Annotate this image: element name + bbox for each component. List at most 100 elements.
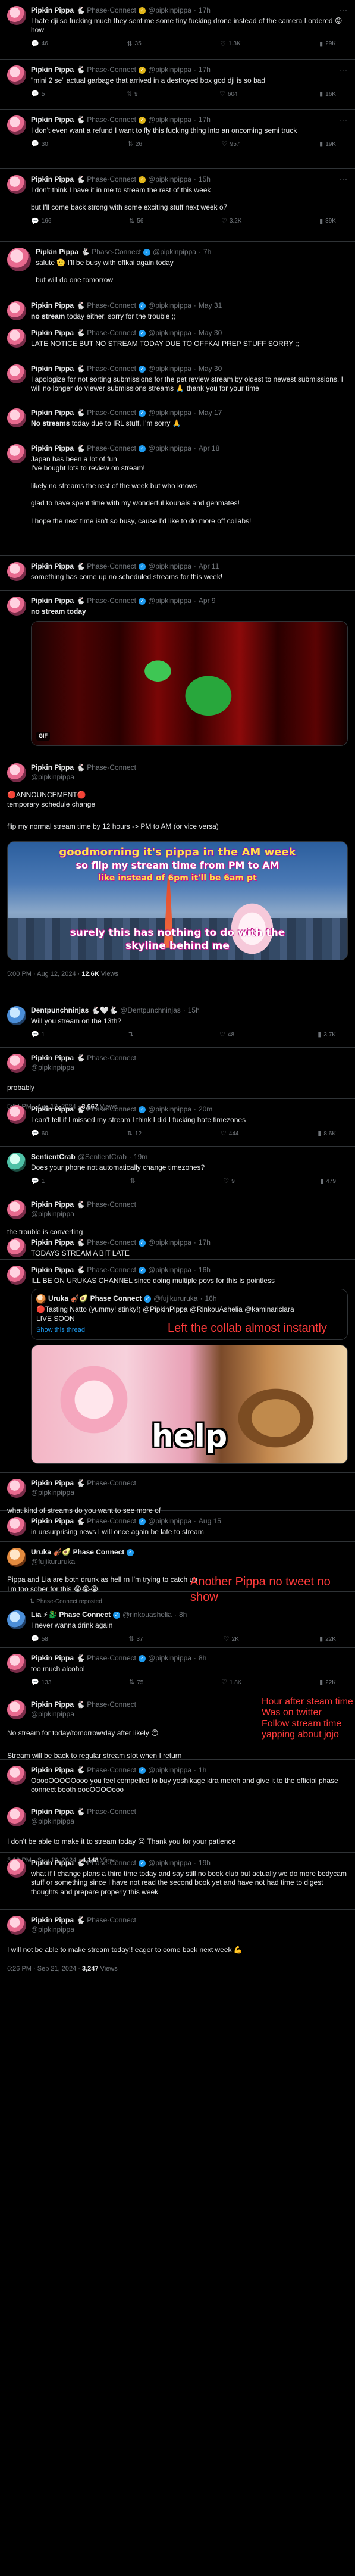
tweet[interactable]: Pipkin Pippa 🐇 Phase-Connect ✓ @pipkinpi… <box>0 1232 355 1260</box>
like-button[interactable]: ♡ 1.8K <box>221 1678 241 1687</box>
handle[interactable]: @pipkinpippa <box>31 1063 136 1073</box>
gif-media[interactable]: GIF <box>31 621 348 747</box>
handle[interactable]: @pipkinpippa <box>153 248 196 257</box>
tweet-expanded[interactable]: Pipkin Pippa 🐇 Phase-Connect @pipkinpipp… <box>0 1694 355 1760</box>
tweet[interactable]: Pipkin Pippa 🐇 Phase-Connect ✓ @pipkinpi… <box>0 1648 355 1694</box>
display-name[interactable]: Pipkin Pippa <box>36 248 78 257</box>
handle[interactable]: @pipkinpippa <box>148 1517 191 1526</box>
timestamp[interactable]: Apr 18 <box>199 444 219 454</box>
timestamp[interactable]: 8h <box>199 1654 206 1663</box>
views-button[interactable]: ▮ 22K <box>319 1678 336 1687</box>
tweet[interactable]: Pipkin Pippa 🐇 Phase-Connect ✓ @pipkinpi… <box>0 1760 355 1801</box>
timestamp[interactable]: 15h <box>199 175 211 185</box>
handle[interactable]: @pipkinpippa <box>148 1238 191 1248</box>
handle[interactable]: @pipkinpippa <box>148 65 191 75</box>
handle[interactable]: @pipkinpippa <box>31 1925 136 1935</box>
display-name[interactable]: Dentpunchninjas <box>31 1006 89 1016</box>
tweet[interactable]: Pipkin Pippa 🐇 Phase-Connect ✓ @pipkinpi… <box>0 1260 355 1473</box>
avatar[interactable] <box>7 1200 26 1219</box>
like-button[interactable]: ♡ 9 <box>223 1177 234 1185</box>
avatar[interactable] <box>7 1916 26 1935</box>
tweet-expanded[interactable]: Pipkin Pippa 🐇 Phase-Connect @pipkinpipp… <box>0 1048 355 1110</box>
avatar[interactable] <box>7 1479 26 1498</box>
tweet[interactable]: Pipkin Pippa 🐇 Phase-Connect ✓ @pipkinpi… <box>0 242 355 295</box>
display-name[interactable]: Pipkin Pippa <box>31 1859 74 1868</box>
avatar[interactable] <box>7 1766 26 1785</box>
retweet-button[interactable]: ⇅ 37 <box>128 1635 143 1643</box>
views-button[interactable]: ▮ 22K <box>319 1635 336 1643</box>
avatar[interactable] <box>7 1807 26 1826</box>
timestamp[interactable]: May 30 <box>199 329 222 338</box>
avatar[interactable] <box>7 444 26 463</box>
timestamp[interactable]: 8h <box>179 1610 187 1620</box>
retweet-button[interactable]: ⇅ 12 <box>127 1129 142 1138</box>
avatar[interactable] <box>7 1700 26 1719</box>
handle[interactable]: @pipkinpippa <box>148 1266 191 1275</box>
avatar[interactable] <box>7 597 26 616</box>
schedule-image[interactable]: goodmorning it's pippa in the AM week so… <box>7 841 348 960</box>
tweet[interactable]: Dentpunchninjas 🐇🤍🐇 @Dentpunchninjas · 1… <box>0 1000 355 1048</box>
tweet[interactable]: ⇅ Phase-Connect reposted Lia ⚡🐉 Phase Co… <box>0 1592 355 1648</box>
retweet-button[interactable]: ⇅ <box>130 1177 138 1185</box>
timestamp[interactable]: May 31 <box>199 301 222 311</box>
avatar[interactable] <box>7 248 31 271</box>
avatar[interactable] <box>7 562 26 581</box>
handle[interactable]: @rinkouashelia <box>122 1610 172 1620</box>
retweet-button[interactable]: ⇅ 75 <box>129 1678 143 1687</box>
tweet[interactable]: SentientCrab @SentientCrab · 19m Does yo… <box>0 1147 355 1194</box>
timestamp[interactable]: 19m <box>134 1153 147 1162</box>
avatar[interactable] <box>7 1238 26 1257</box>
avatar[interactable] <box>7 1006 26 1025</box>
tweet-expanded[interactable]: Pipkin Pippa 🐇 Phase-Connect @pipkinpipp… <box>0 1910 355 1972</box>
more-icon[interactable]: ··· <box>339 65 348 75</box>
tweet[interactable]: Pipkin Pippa 🐇 Phase-Connect ✓ @pipkinpi… <box>0 169 355 242</box>
display-name[interactable]: Pipkin Pippa <box>31 1517 74 1526</box>
display-name[interactable]: Pipkin Pippa <box>31 562 74 572</box>
timestamp[interactable]: 16h <box>205 1294 216 1304</box>
more-icon[interactable]: ··· <box>339 115 348 125</box>
timestamp[interactable]: 19h <box>199 1859 211 1868</box>
reply-button[interactable]: 💬 58 <box>31 1635 48 1643</box>
display-name[interactable]: Pipkin Pippa <box>31 1238 74 1248</box>
handle[interactable]: @SentientCrab <box>78 1153 127 1162</box>
timestamp[interactable]: 17h <box>199 65 211 75</box>
display-name[interactable]: Pipkin Pippa <box>31 301 74 311</box>
avatar[interactable] <box>7 115 26 135</box>
timestamp[interactable]: May 17 <box>199 408 222 418</box>
display-name[interactable]: Pipkin Pippa <box>31 763 74 773</box>
tweet[interactable]: Pipkin Pippa 🐇 Phase-Connect ✓ @pipkinpi… <box>0 110 355 169</box>
timestamp[interactable]: 7h <box>203 248 211 257</box>
display-name[interactable]: Pipkin Pippa <box>31 1479 74 1488</box>
display-name[interactable]: Pipkin Pippa <box>31 1200 74 1210</box>
timestamp[interactable]: 17h <box>199 115 211 125</box>
display-name[interactable]: Pipkin Pippa <box>31 1766 74 1775</box>
tweet[interactable]: Pipkin Pippa 🐇 Phase-Connect ✓ @pipkinpi… <box>0 1511 355 1542</box>
avatar[interactable] <box>7 763 26 782</box>
handle[interactable]: @pipkinpippa <box>148 408 191 418</box>
display-name[interactable]: Pipkin Pippa <box>31 1700 74 1710</box>
views-button[interactable]: ▮ 3.7K <box>318 1031 336 1039</box>
handle[interactable]: @pipkinpippa <box>148 1105 191 1114</box>
retweet-button[interactable]: ⇅ 26 <box>128 140 142 148</box>
display-name[interactable]: Pipkin Pippa <box>31 1266 74 1275</box>
avatar[interactable] <box>7 65 26 85</box>
more-icon[interactable]: ··· <box>339 175 348 185</box>
display-name[interactable]: Pipkin Pippa <box>31 175 74 185</box>
views-button[interactable]: ▮ 39K <box>319 217 336 226</box>
handle[interactable]: @pipkinpippa <box>31 1210 136 1219</box>
handle[interactable]: @fujikururuka <box>153 1294 197 1304</box>
timestamp[interactable]: Apr 11 <box>199 562 219 572</box>
like-button[interactable]: ♡ 444 <box>221 1129 239 1138</box>
display-name[interactable]: Uruka 🎻🥑 Phase Connect <box>48 1294 142 1304</box>
help-image[interactable]: help <box>31 1344 348 1464</box>
handle[interactable]: @pipkinpippa <box>148 364 191 374</box>
reply-button[interactable]: 💬 5 <box>31 90 45 98</box>
avatar[interactable] <box>7 1153 26 1172</box>
avatar[interactable] <box>7 1105 26 1124</box>
display-name[interactable]: Pipkin Pippa <box>31 6 74 15</box>
avatar[interactable] <box>7 1859 26 1878</box>
retweet-button[interactable]: ⇅ <box>128 1031 136 1039</box>
like-button[interactable]: ♡ 48 <box>219 1031 234 1039</box>
reply-button[interactable]: 💬 1 <box>31 1031 45 1039</box>
tweet[interactable]: Pipkin Pippa 🐇 Phase-Connect ✓ @pipkinpi… <box>0 60 355 110</box>
